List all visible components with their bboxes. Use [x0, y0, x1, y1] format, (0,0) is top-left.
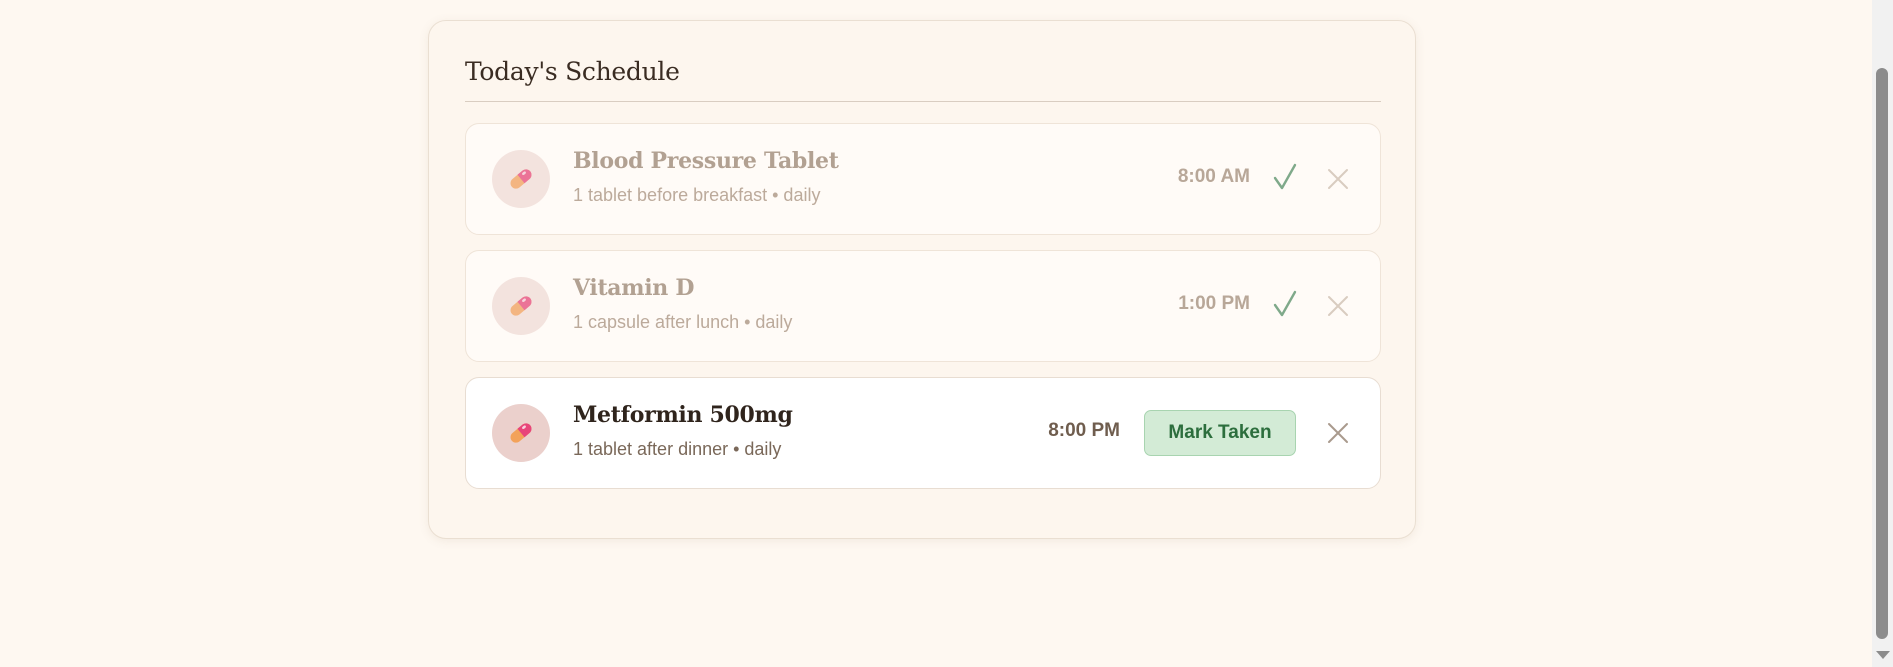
scrollbar-thumb[interactable] — [1876, 68, 1888, 639]
medication-time: 1:00 PM — [1178, 293, 1250, 314]
mark-taken-button[interactable]: Mark Taken — [1144, 410, 1296, 456]
medication-name: Vitamin D — [573, 275, 695, 301]
vertical-scrollbar[interactable] — [1872, 0, 1893, 667]
pill-icon — [492, 277, 550, 335]
app-viewport: Today's Schedule Blood Pressure Tablet 1… — [0, 0, 1872, 667]
medication-time: 8:00 PM — [1048, 420, 1120, 441]
medication-time: 8:00 AM — [1177, 166, 1250, 187]
pill-icon — [492, 404, 550, 462]
medication-list: Blood Pressure Tablet 1 tablet before br… — [465, 123, 1381, 504]
title-divider — [465, 101, 1381, 102]
check-icon — [1273, 163, 1297, 190]
close-icon[interactable] — [1326, 167, 1350, 191]
schedule-card: Today's Schedule Blood Pressure Tablet 1… — [428, 20, 1416, 539]
close-icon[interactable] — [1326, 421, 1350, 445]
close-icon[interactable] — [1326, 294, 1350, 318]
scroll-down-arrow-icon[interactable] — [1876, 651, 1890, 659]
check-icon — [1273, 290, 1297, 317]
schedule-title: Today's Schedule — [465, 57, 680, 86]
medication-dosage: 1 capsule after lunch • daily — [573, 312, 793, 332]
medication-dosage: 1 tablet before breakfast • daily — [573, 185, 821, 205]
medication-dosage: 1 tablet after dinner • daily — [573, 439, 782, 459]
medication-item: Vitamin D 1 capsule after lunch • daily … — [465, 250, 1381, 362]
medication-item: Metformin 500mg 1 tablet after dinner • … — [465, 377, 1381, 489]
pill-icon — [492, 150, 550, 208]
medication-item: Blood Pressure Tablet 1 tablet before br… — [465, 123, 1381, 235]
medication-name: Blood Pressure Tablet — [573, 148, 839, 174]
medication-name: Metformin 500mg — [573, 402, 793, 428]
